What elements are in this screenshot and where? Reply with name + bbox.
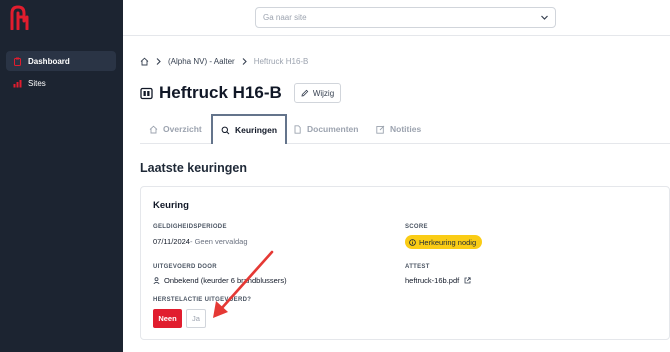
bar-chart-icon bbox=[13, 79, 22, 88]
edit-icon bbox=[376, 125, 385, 134]
no-button[interactable]: Neen bbox=[153, 309, 182, 328]
document-icon bbox=[294, 124, 301, 134]
validity-date: 07/11/2024 bbox=[153, 237, 190, 246]
tab-notities[interactable]: Notities bbox=[376, 114, 421, 144]
repair-label: HERSTELACTIE UITGEVOERD? bbox=[153, 297, 252, 303]
site-select[interactable]: Ga naar site bbox=[255, 7, 556, 28]
tab-label: Keuringen bbox=[235, 125, 278, 135]
app: Dashboard Sites Ga naar site (Alpha NV) … bbox=[0, 0, 670, 352]
validity-value: 07/11/2024 - Geen vervaldag bbox=[153, 237, 248, 246]
attest-label: ATTEST bbox=[405, 264, 430, 270]
sidebar: Dashboard Sites bbox=[0, 0, 123, 352]
forklift-icon bbox=[140, 87, 153, 99]
validity-label: GELDIGHEIDSPERIODE bbox=[153, 224, 227, 230]
yes-button[interactable]: Ja bbox=[186, 309, 206, 328]
search-icon bbox=[221, 126, 230, 134]
performed-text: Onbekend (keurder 6 brandblussers) bbox=[164, 276, 287, 285]
sidebar-item-dashboard[interactable]: Dashboard bbox=[6, 51, 116, 71]
breadcrumb-parent[interactable]: (Alpha NV) - Aalter bbox=[168, 57, 235, 66]
card-title: Keuring bbox=[153, 200, 189, 211]
sidebar-item-label: Sites bbox=[28, 78, 46, 88]
attest-link[interactable]: heftruck-16b.pdf bbox=[405, 276, 471, 285]
performed-label: UITGEVOERD DOOR bbox=[153, 264, 217, 270]
user-icon bbox=[153, 277, 160, 284]
tab-keuringen[interactable]: Keuringen bbox=[211, 114, 288, 144]
main-content: (Alpha NV) - Aalter Heftruck H16-B Heftr… bbox=[123, 36, 670, 352]
tab-label: Documenten bbox=[307, 124, 359, 134]
tab-label: Notities bbox=[390, 124, 422, 134]
home-icon[interactable] bbox=[140, 57, 149, 66]
tab-bar: Overzicht Keuringen Documenten Notities bbox=[140, 114, 670, 144]
edit-button[interactable]: Wijzig bbox=[293, 83, 342, 103]
home-icon bbox=[149, 125, 158, 133]
title-row: Heftruck H16-B Wijzig bbox=[140, 82, 342, 104]
status-badge-label: Herkeuring nodig bbox=[419, 237, 477, 247]
score-label: SCORE bbox=[405, 224, 428, 230]
attest-filename[interactable]: heftruck-16b.pdf bbox=[405, 276, 459, 285]
pencil-icon bbox=[301, 89, 309, 97]
page-title: Heftruck H16-B bbox=[159, 83, 282, 102]
section-title: Laatste keuringen bbox=[140, 161, 247, 175]
brand-logo[interactable] bbox=[8, 4, 32, 30]
chevron-right-icon bbox=[154, 57, 163, 66]
external-link-icon[interactable] bbox=[464, 277, 471, 284]
sidebar-item-label: Dashboard bbox=[28, 56, 70, 66]
breadcrumb: (Alpha NV) - Aalter Heftruck H16-B bbox=[140, 55, 308, 67]
performed-value: Onbekend (keurder 6 brandblussers) bbox=[153, 276, 287, 285]
status-badge: Herkeuring nodig bbox=[405, 235, 483, 249]
info-circle-icon bbox=[409, 238, 416, 246]
site-select-placeholder: Ga naar site bbox=[263, 13, 307, 22]
tab-overzicht[interactable]: Overzicht bbox=[149, 114, 202, 144]
validity-suffix: - Geen vervaldag bbox=[189, 237, 248, 246]
edit-button-label: Wijzig bbox=[312, 88, 335, 98]
tab-label: Overzicht bbox=[163, 124, 202, 134]
breadcrumb-current: Heftruck H16-B bbox=[253, 56, 309, 66]
sidebar-item-sites[interactable]: Sites bbox=[6, 73, 116, 93]
chevron-right-icon bbox=[240, 57, 249, 66]
inspection-card: Keuring GELDIGHEIDSPERIODE 07/11/2024 - … bbox=[140, 186, 670, 340]
clipboard-icon bbox=[13, 57, 22, 66]
tab-documenten[interactable]: Documenten bbox=[293, 114, 358, 144]
chevron-down-icon bbox=[541, 15, 548, 20]
topbar: Ga naar site bbox=[123, 0, 670, 36]
